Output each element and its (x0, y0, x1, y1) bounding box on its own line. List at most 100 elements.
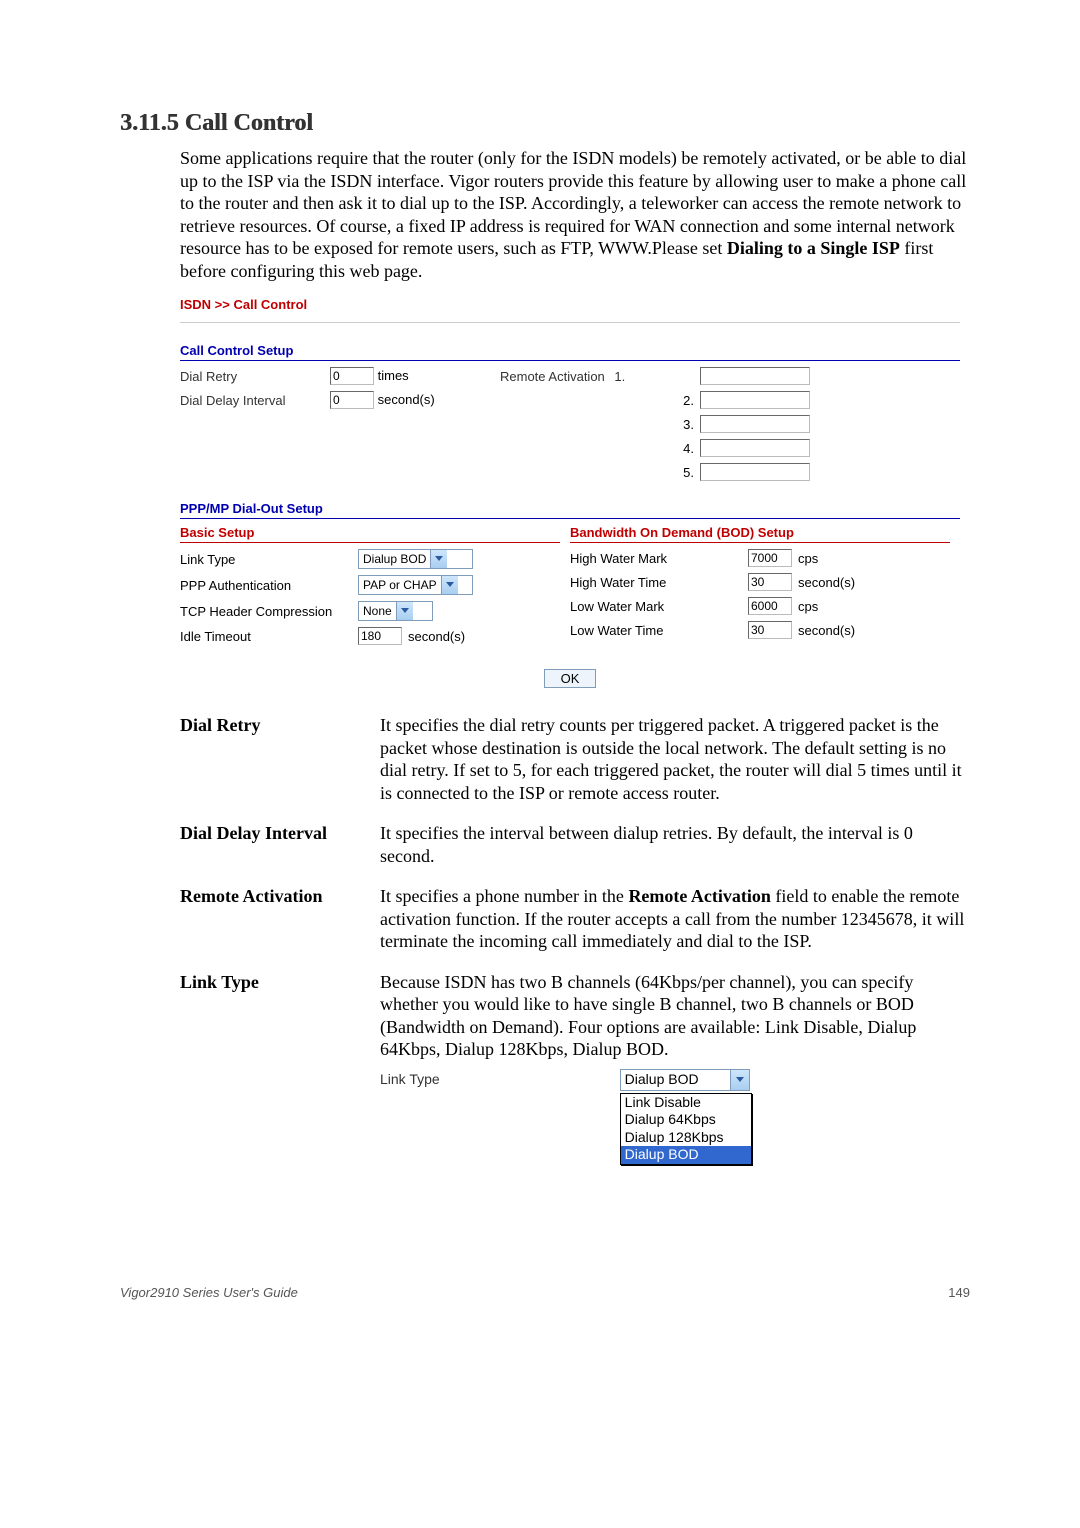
def-term: Remote Activation (180, 885, 350, 953)
ok-button[interactable]: OK (544, 669, 597, 688)
def-remote-activation: Remote Activation It specifies a phone n… (180, 885, 970, 953)
def-term: Dial Retry (180, 714, 350, 804)
def-desc: Because ISDN has two B channels (64Kbps/… (380, 971, 970, 1165)
dial-retry-label: Dial Retry (180, 369, 330, 384)
link-type-select-open[interactable]: Link Disable Dialup 64Kbps Dialup 128Kbp… (620, 1093, 752, 1165)
footer-page-number: 149 (948, 1285, 970, 1300)
link-type-value: Dialup BOD (363, 552, 426, 566)
link-type-dropdown-stack: Dialup BOD Link Disable Dialup 64Kbps Di… (620, 1069, 752, 1165)
dial-delay-label: Dial Delay Interval (180, 393, 330, 408)
footer-left: Vigor2910 Series User's Guide (120, 1285, 298, 1300)
remote-num-1: 1. (614, 369, 631, 384)
remote-input-1[interactable] (700, 367, 810, 385)
low-water-time-label: Low Water Time (570, 623, 742, 638)
high-water-time-input[interactable] (748, 573, 792, 591)
def-dial-retry: Dial Retry It specifies the dial retry c… (180, 714, 970, 804)
high-water-time-unit: second(s) (798, 575, 855, 590)
dial-retry-cell: times (330, 367, 500, 385)
low-water-mark-unit: cps (798, 599, 818, 614)
low-water-time-unit: second(s) (798, 623, 855, 638)
idle-timeout-row: Idle Timeout second(s) (180, 627, 560, 645)
section-title-text: Call Control (185, 110, 313, 136)
intro-bold: Dialing to a Single ISP (727, 238, 900, 258)
idle-timeout-label: Idle Timeout (180, 629, 352, 644)
low-water-time-input[interactable] (748, 621, 792, 639)
def-dial-delay: Dial Delay Interval It specifies the int… (180, 822, 970, 867)
remote-num-2: 2. (500, 393, 700, 408)
high-water-mark-unit: cps (798, 551, 818, 566)
basic-setup-title: Basic Setup (180, 525, 560, 543)
high-water-time-label: High Water Time (570, 575, 742, 590)
chevron-down-icon (730, 1070, 749, 1090)
call-control-setup-title: Call Control Setup (180, 343, 960, 361)
definition-list: Dial Retry It specifies the dial retry c… (180, 714, 970, 1165)
high-water-time-row: High Water Time second(s) (570, 573, 950, 591)
link-type-dropdown-illustration: Link Type Dialup BOD Link Disable Dialup… (380, 1069, 970, 1165)
basic-setup-col: Basic Setup Link Type Dialup BOD PPP Aut… (180, 525, 560, 651)
tcp-header-row: TCP Header Compression None (180, 601, 560, 621)
section-number: 3.11.5 (120, 110, 179, 136)
ppp-auth-label: PPP Authentication (180, 578, 352, 593)
ra-before: It specifies a phone number in the (380, 886, 628, 906)
remote-num-4: 4. (500, 441, 700, 456)
def-link-type: Link Type Because ISDN has two B channel… (180, 971, 970, 1165)
idle-timeout-unit: second(s) (408, 629, 465, 644)
remote-input-5-cell (700, 463, 880, 481)
def-desc: It specifies the interval between dialup… (380, 822, 970, 867)
remote-input-4-cell (700, 439, 880, 457)
remote-activation-label: Remote Activation 1. (500, 369, 700, 384)
chevron-down-icon (441, 576, 458, 594)
tcp-header-select[interactable]: None (358, 601, 433, 621)
page-footer: Vigor2910 Series User's Guide 149 (120, 1285, 970, 1300)
ppp-sub-grid: Basic Setup Link Type Dialup BOD PPP Aut… (180, 525, 960, 651)
bod-setup-col: Bandwidth On Demand (BOD) Setup High Wat… (570, 525, 950, 651)
link-type-row: Link Type Dialup BOD (180, 549, 560, 569)
remote-input-5[interactable] (700, 463, 810, 481)
dropdown-option[interactable]: Dialup 64Kbps (621, 1111, 751, 1129)
remote-input-3[interactable] (700, 415, 810, 433)
link-type-dropdown-label: Link Type (380, 1069, 440, 1089)
chevron-down-icon (396, 602, 413, 620)
def-term: Link Type (180, 971, 350, 1165)
dropdown-option[interactable]: Dialup 128Kbps (621, 1129, 751, 1147)
remote-input-2[interactable] (700, 391, 810, 409)
high-water-mark-input[interactable] (748, 549, 792, 567)
chevron-down-icon (430, 550, 447, 568)
ppp-setup-title: PPP/MP Dial-Out Setup (180, 501, 960, 519)
call-control-grid: Dial Retry times Remote Activation 1. Di… (180, 367, 960, 481)
intro-paragraph: Some applications require that the route… (180, 147, 970, 282)
dial-delay-cell: second(s) (330, 391, 500, 409)
link-type-selected: Dialup BOD (625, 1071, 699, 1089)
remote-input-4[interactable] (700, 439, 810, 457)
high-water-mark-row: High Water Mark cps (570, 549, 950, 567)
bod-setup-title: Bandwidth On Demand (BOD) Setup (570, 525, 950, 543)
link-type-label: Link Type (180, 552, 352, 567)
breadcrumb: ISDN >> Call Control (180, 297, 960, 323)
ppp-auth-row: PPP Authentication PAP or CHAP (180, 575, 560, 595)
remote-input-1-cell (700, 367, 880, 385)
def-desc: It specifies a phone number in the Remot… (380, 885, 970, 953)
def-desc: It specifies the dial retry counts per t… (380, 714, 970, 804)
dropdown-option[interactable]: Link Disable (621, 1094, 751, 1112)
link-type-select-closed[interactable]: Dialup BOD (620, 1069, 750, 1091)
ppp-auth-value: PAP or CHAP (363, 578, 437, 592)
ppp-auth-select[interactable]: PAP or CHAP (358, 575, 473, 595)
dial-delay-unit: second(s) (378, 392, 435, 407)
remote-input-2-cell (700, 391, 880, 409)
low-water-mark-input[interactable] (748, 597, 792, 615)
low-water-mark-row: Low Water Mark cps (570, 597, 950, 615)
remote-num-5: 5. (500, 465, 700, 480)
tcp-header-label: TCP Header Compression (180, 604, 352, 619)
idle-timeout-input[interactable] (358, 627, 402, 645)
def-term: Dial Delay Interval (180, 822, 350, 867)
high-water-mark-label: High Water Mark (570, 551, 742, 566)
remote-num-3: 3. (500, 417, 700, 432)
tcp-header-value: None (363, 604, 392, 618)
ok-button-wrap: OK (180, 669, 960, 688)
remote-input-3-cell (700, 415, 880, 433)
low-water-mark-label: Low Water Mark (570, 599, 742, 614)
dial-retry-input[interactable] (330, 367, 374, 385)
dropdown-option-selected[interactable]: Dialup BOD (621, 1146, 751, 1164)
dial-delay-input[interactable] (330, 391, 374, 409)
link-type-select[interactable]: Dialup BOD (358, 549, 473, 569)
